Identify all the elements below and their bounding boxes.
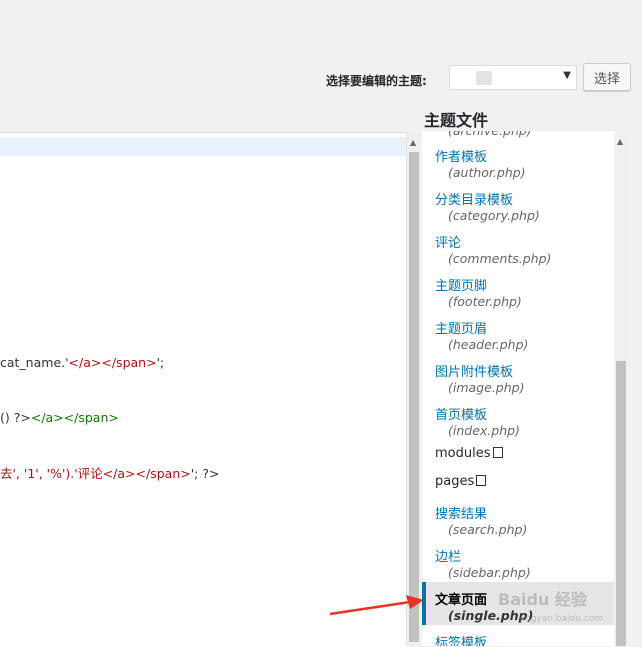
code-token: () ?> — [0, 410, 31, 425]
code-token: 去', '1', '%').' — [0, 466, 78, 481]
theme-file-name[interactable]: 主题页脚 — [435, 275, 487, 294]
code-editor[interactable]: cat_name.'</a></span>';() ?></a></span> 去… — [0, 132, 406, 647]
theme-file-label: 首页模板 — [435, 408, 488, 423]
theme-file-filename: (comments.php) — [448, 251, 552, 266]
theme-file-item[interactable]: 标签模板 — [422, 625, 614, 646]
annotation-arrow-icon — [329, 595, 424, 616]
code-token: 评论</a></span> — [77, 466, 191, 481]
theme-file-filename: (category.php) — [448, 208, 540, 223]
theme-file-name[interactable]: 标签模板 — [435, 632, 487, 646]
theme-file-item[interactable]: 边栏 (sidebar.php) — [422, 539, 614, 582]
files-scrollbar[interactable]: ▲ — [614, 131, 628, 646]
theme-file-name[interactable]: 分类目录模板 — [435, 189, 513, 208]
theme-file-name[interactable]: 文章页面 — [435, 589, 487, 608]
theme-file-item[interactable]: 主题页脚 (footer.php) — [422, 268, 614, 311]
theme-file-name[interactable]: 图片附件模板 — [435, 361, 513, 380]
theme-file-item[interactable]: 首页模板 (index.php) — [422, 397, 614, 440]
theme-file-label: 标签模板 — [435, 636, 488, 646]
theme-file-filename: (footer.php) — [448, 294, 522, 309]
theme-file-item[interactable]: pages — [422, 468, 614, 496]
editor-scrollbar-thumb[interactable] — [409, 152, 419, 642]
folder-icon — [492, 447, 503, 458]
theme-file-label: 搜索结果 — [435, 507, 488, 522]
theme-file-label: 图片附件模板 — [435, 365, 514, 380]
theme-file-item[interactable]: 图片附件模板 (image.php) — [422, 354, 614, 397]
theme-file-item[interactable]: modules — [422, 440, 614, 468]
theme-file-filename: (author.php) — [448, 165, 526, 180]
theme-file-filename: (archive.php) — [448, 131, 532, 138]
code-line: 去', '1', '%').'评论</a></span>'; ?> — [0, 463, 219, 482]
theme-file-label: 作者模板 — [435, 150, 488, 165]
watermark-url: jingyan.baidu.com — [520, 614, 604, 624]
watermark-logo: Baidu 经验 — [498, 590, 587, 609]
theme-file-name[interactable]: 边栏 — [435, 546, 461, 565]
theme-file-name[interactable]: 主题页眉 — [435, 318, 487, 337]
theme-files-title: 主题文件 — [424, 111, 489, 130]
theme-file-filename: (index.php) — [448, 423, 520, 438]
theme-file-item[interactable]: 分类目录模板 (category.php) — [422, 182, 614, 225]
code-token: '; — [156, 355, 165, 370]
theme-file-filename: (sidebar.php) — [448, 565, 531, 580]
theme-file-label: 主题页脚 — [435, 279, 488, 294]
theme-file-name[interactable]: 评论 — [435, 232, 461, 251]
code-line: () ?></a></span> — [0, 410, 119, 425]
theme-file-label: pages — [435, 474, 475, 489]
chevron-down-icon: ▼ — [563, 70, 571, 81]
theme-file-item[interactable]: 作者模板 (author.php) — [422, 139, 614, 182]
theme-files-list: (archive.php)作者模板(author.php)分类目录模板(cate… — [422, 131, 614, 646]
theme-file-label: modules — [435, 446, 491, 461]
select-button[interactable]: 选择 — [583, 63, 631, 91]
folder-icon — [476, 475, 487, 486]
theme-file-filename: (image.php) — [448, 380, 525, 395]
theme-folder-name[interactable]: modules — [435, 446, 503, 461]
theme-file-item[interactable]: 主题页眉 (header.php) — [422, 311, 614, 354]
active-line-highlight — [0, 137, 406, 156]
theme-folder-name[interactable]: pages — [435, 474, 487, 489]
code-token: </a></span> — [30, 410, 119, 425]
theme-file-label: 评论 — [435, 236, 462, 251]
scroll-up-icon[interactable]: ▲ — [617, 137, 623, 146]
theme-file-item[interactable]: 搜索结果 (search.php) — [422, 496, 614, 539]
code-token: </a></span> — [68, 355, 157, 370]
code-token: cat_name.' — [0, 355, 69, 370]
theme-file-filename: (header.php) — [448, 337, 529, 352]
theme-file-label: 文章页面 — [435, 593, 488, 608]
selected-theme-blurred — [476, 71, 492, 85]
theme-file-item[interactable]: 评论 (comments.php) — [422, 225, 614, 268]
theme-file-label: 主题页眉 — [435, 322, 488, 337]
theme-file-name[interactable]: 首页模板 — [435, 404, 487, 423]
theme-file-label: 分类目录模板 — [435, 193, 514, 208]
theme-file-filename: (search.php) — [448, 522, 528, 537]
theme-file-name[interactable]: 搜索结果 — [435, 503, 487, 522]
code-token: '; ?> — [190, 466, 220, 481]
theme-file-label: 边栏 — [435, 550, 462, 565]
files-scrollbar-thumb[interactable] — [616, 361, 626, 646]
theme-file-name[interactable]: 作者模板 — [435, 146, 487, 165]
scroll-up-icon[interactable]: ▲ — [410, 138, 416, 147]
theme-select-label: 选择要编辑的主题: — [326, 74, 427, 88]
theme-select[interactable]: ▼ — [449, 65, 577, 90]
code-line: cat_name.'</a></span>'; — [0, 355, 164, 370]
editor-scrollbar[interactable]: ▲ — [406, 132, 421, 646]
